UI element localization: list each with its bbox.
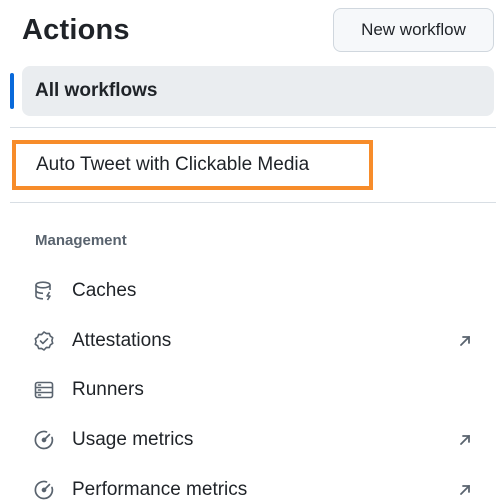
all-workflows-link[interactable]: All workflows (22, 66, 494, 116)
meter-icon (33, 479, 55, 501)
all-workflows-label: All workflows (35, 80, 158, 101)
nav-item-label: Attestations (72, 330, 172, 351)
nav-item-label: Performance metrics (72, 479, 248, 500)
server-icon (33, 379, 55, 401)
new-workflow-button[interactable]: New workflow (333, 8, 494, 52)
workflow-item-auto-tweet[interactable]: Auto Tweet with Clickable Media (12, 140, 373, 190)
nav-item-label: Caches (72, 280, 137, 301)
verified-icon (33, 330, 55, 352)
divider (10, 202, 496, 203)
nav-item-caches[interactable]: Caches (22, 270, 494, 312)
nav-item-label: Usage metrics (72, 429, 194, 450)
divider (10, 127, 496, 128)
page-title: Actions (22, 14, 130, 46)
nav-item-label: Runners (72, 379, 144, 400)
external-link-icon (456, 481, 474, 499)
external-link-icon (456, 431, 474, 449)
workflow-label: Auto Tweet with Clickable Media (36, 154, 310, 175)
nav-item-attestations[interactable]: Attestations (22, 320, 494, 362)
meter-icon (33, 429, 55, 451)
actions-sidebar: Actions New workflow All workflows Auto … (0, 0, 496, 502)
nav-item-runners[interactable]: Runners (22, 369, 494, 411)
nav-item-usage-metrics[interactable]: Usage metrics (22, 419, 494, 461)
active-indicator (10, 73, 14, 109)
management-heading: Management (35, 232, 127, 249)
cache-icon (33, 280, 55, 302)
external-link-icon (456, 332, 474, 350)
nav-item-performance-metrics[interactable]: Performance metrics (22, 469, 494, 502)
